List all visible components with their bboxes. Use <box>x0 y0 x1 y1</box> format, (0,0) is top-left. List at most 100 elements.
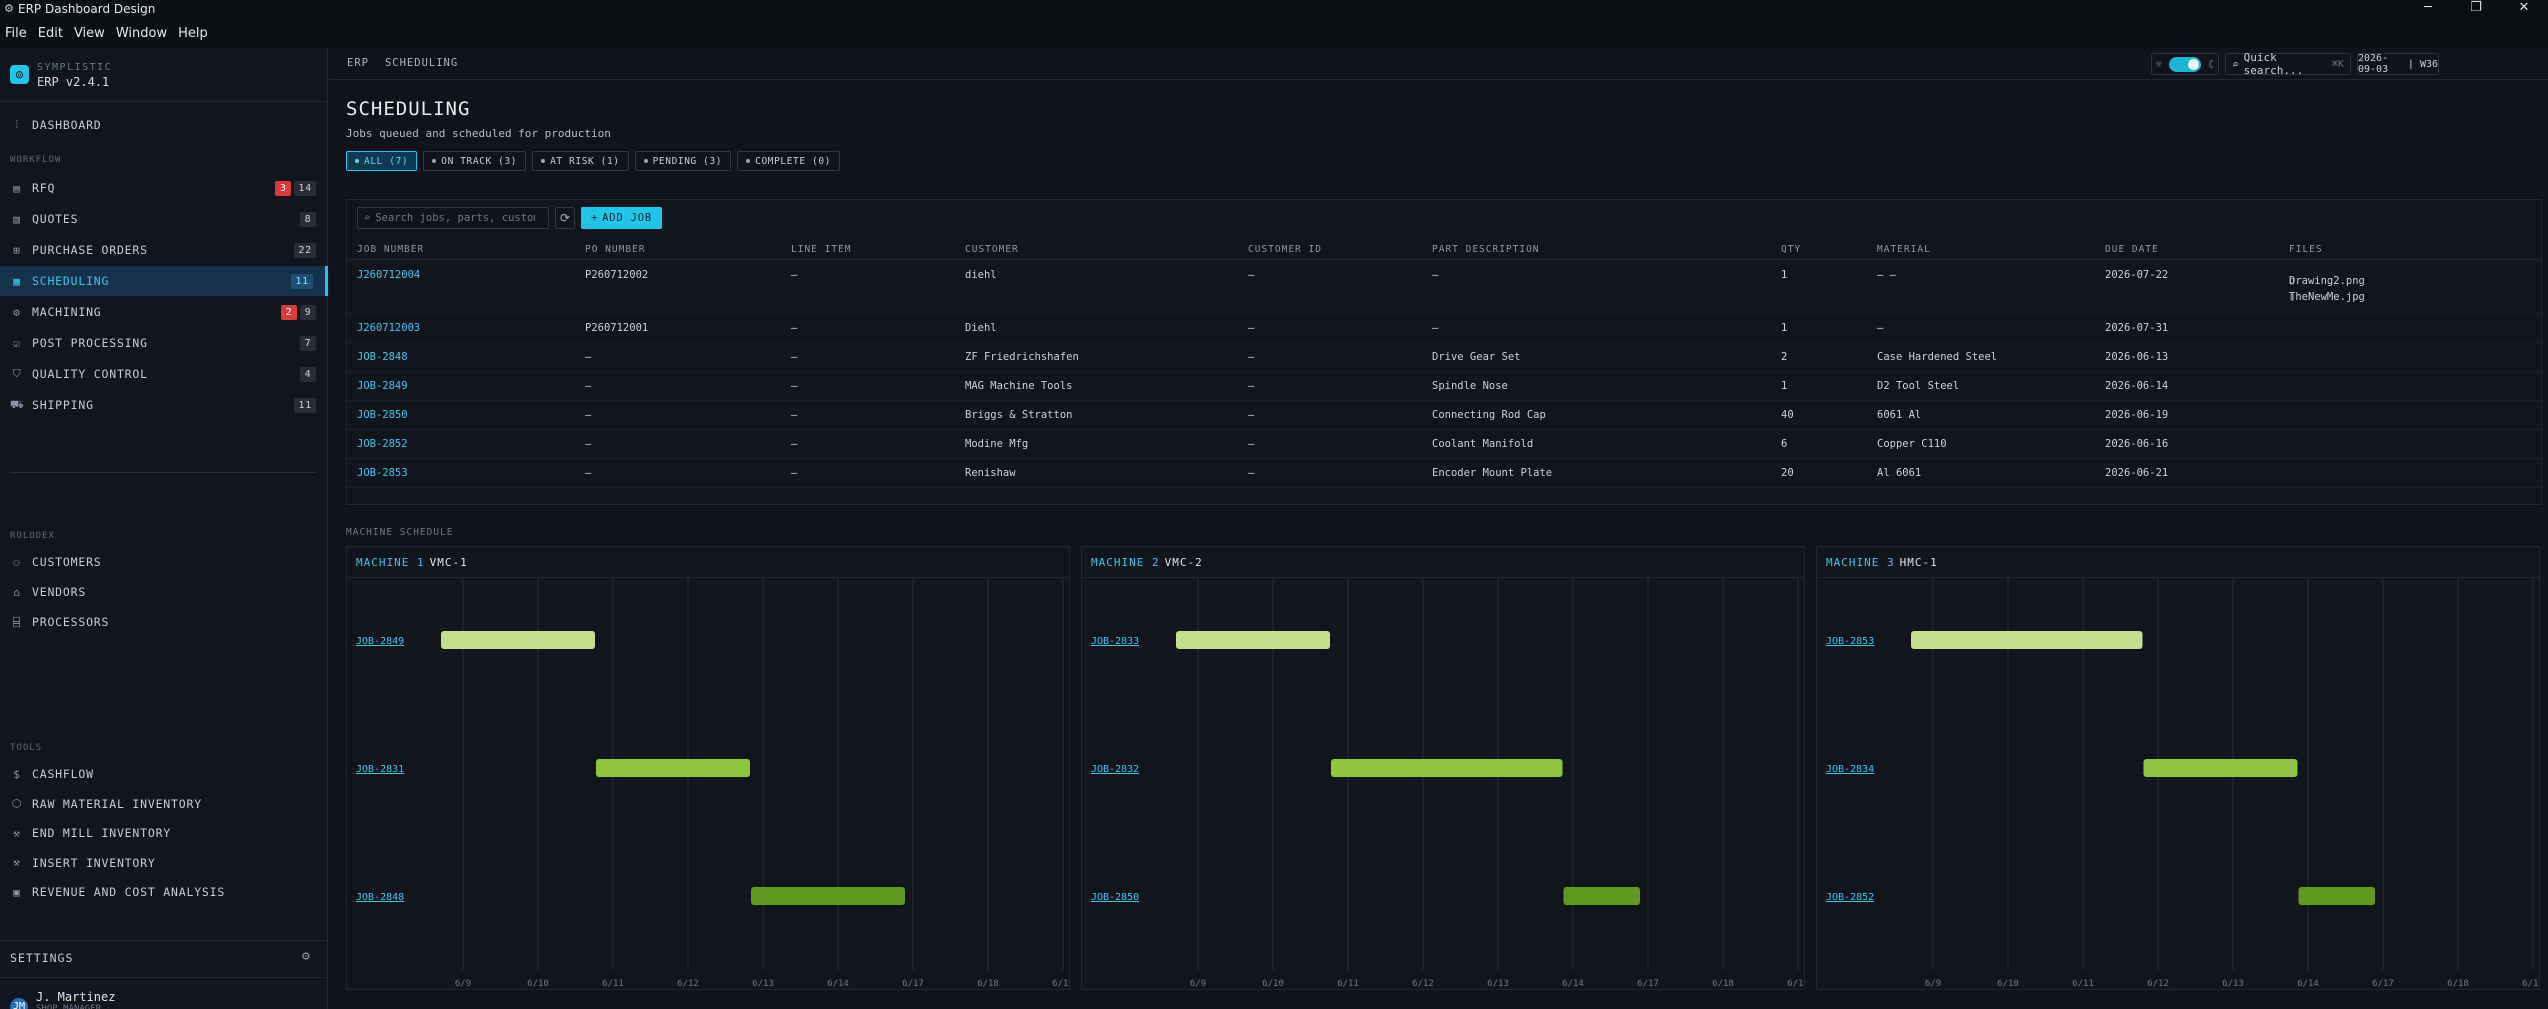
theme-switch[interactable] <box>2168 56 2201 72</box>
date-tick-label: 6/11 <box>2072 979 2094 989</box>
table-cell: Coolant Manifold <box>1432 438 1534 450</box>
user-profile[interactable]: JM J. Martinez SHOP MANAGER <box>10 988 115 1009</box>
table-row[interactable]: JOB-2850 — — Briggs & Stratton — Connecting R… <box>347 401 2541 430</box>
filter-chip-at[interactable]: AT RISK (1) <box>532 151 629 171</box>
job-label-link[interactable]: JOB-2831 <box>356 764 404 775</box>
table-row[interactable]: JOB-2853 — — Renishaw — Encoder Mount Plate 20… <box>347 459 2541 488</box>
job-label-link[interactable]: JOB-2832 <box>1091 764 1139 775</box>
sidebar-item-customers[interactable]: ⚇ CUSTOMERS <box>0 547 328 577</box>
theme-toggle[interactable]: ☼ ☾ <box>2151 53 2219 75</box>
schedule-bar[interactable] <box>1331 759 1563 777</box>
sidebar-item-quotes[interactable]: ▥ QUOTES 8 <box>0 204 328 234</box>
brand[interactable]: ◎ SYMPLISTIC ERP v2.4.1 <box>10 62 112 89</box>
machine-name: VMC-2 <box>1164 556 1203 569</box>
schedule-bar[interactable] <box>1176 631 1330 649</box>
job-search[interactable]: ⌕ <box>357 207 549 229</box>
refresh-icon: ⟳ <box>559 211 571 225</box>
date-tick-label: 6/12 <box>2147 979 2169 989</box>
table-cell: ZF Friedrichshafen <box>965 351 1079 363</box>
restore-icon[interactable]: ❐ <box>2452 0 2500 18</box>
table-toolbar: ⌕ ⟳ + ADD JOB <box>357 207 662 229</box>
sidebar-item-cashflow[interactable]: $ CASHFLOW <box>0 759 328 789</box>
sidebar-item-purchase-orders[interactable]: ⊞ PURCHASE ORDERS 22 <box>0 235 328 265</box>
date-tick-label: 6/14 <box>827 979 849 989</box>
sidebar-item-insert-inventory[interactable]: ⚒ INSERT INVENTORY <box>0 848 328 878</box>
table-row[interactable]: J260712004 P260712002 — diehl — — 1 — — 2026-07-… <box>347 261 2541 314</box>
sidebar-item-rfq[interactable]: ▤ RFQ 3 14 <box>0 173 328 203</box>
sidebar-item-processors[interactable]: ⌸ PROCESSORS <box>0 607 328 637</box>
sidebar-item-scheduling[interactable]: ▦ SCHEDULING 11 <box>0 266 328 296</box>
top-bar: ERP SCHEDULING ☼ ☾ ⌕ Quick search... ⌘K … <box>329 48 2548 80</box>
schedule-bar[interactable] <box>596 759 750 777</box>
job-number-link[interactable]: JOB-2848 <box>357 351 408 363</box>
date-tick-label: 6/17 <box>2372 979 2394 989</box>
filter-chip-complete[interactable]: COMPLETE (0) <box>737 151 840 171</box>
week-number: W36 <box>2419 58 2438 70</box>
settings-gear-icon[interactable]: ⚙ <box>302 949 310 964</box>
sidebar-item-raw-material-inventory[interactable]: ⬡ RAW MATERIAL INVENTORY <box>0 789 328 819</box>
job-number-link[interactable]: JOB-2853 <box>357 467 408 479</box>
sidebar-item-revenue-and-cost-analysis[interactable]: ▣ REVENUE AND COST ANALYSIS <box>0 877 328 907</box>
minimize-icon[interactable]: ─ <box>2404 0 2452 18</box>
table-cell: 2026-07-22 <box>2105 269 2169 281</box>
status-filters: ALL (7) ON TRACK (3) AT RISK (1) PENDING (3… <box>346 151 840 171</box>
date-tick-label: 6/10 <box>527 979 549 989</box>
schedule-bar[interactable] <box>2298 887 2376 905</box>
sidebar-item-quality-control[interactable]: ⛉ QUALITY CONTROL 4 <box>0 359 328 389</box>
job-label-link[interactable]: JOB-2833 <box>1091 636 1139 647</box>
refresh-button[interactable]: ⟳ <box>555 207 575 229</box>
table-cell: — <box>1248 438 1255 450</box>
job-label-link[interactable]: JOB-2849 <box>356 636 404 647</box>
schedule-bar[interactable] <box>751 887 905 905</box>
check-square-icon: ☑ <box>13 336 21 350</box>
sidebar-item-machining[interactable]: ⚙ MACHINING 2 9 <box>0 297 328 327</box>
job-number-link[interactable]: JOB-2852 <box>357 438 408 450</box>
sidebar-item-vendors[interactable]: ⌂ VENDORS <box>0 577 328 607</box>
table-cell: Encoder Mount Plate <box>1432 467 1553 479</box>
schedule-bar[interactable] <box>441 631 595 649</box>
dollar-icon: $ <box>13 767 21 781</box>
job-label-link[interactable]: JOB-2850 <box>1091 892 1139 903</box>
menu-view[interactable]: View <box>71 26 111 41</box>
sidebar-item-shipping[interactable]: ⛟ SHIPPING 11 <box>0 390 328 420</box>
count-badge: 4 <box>300 366 316 382</box>
job-number-link[interactable]: J260712004 <box>357 269 420 281</box>
job-number-link[interactable]: JOB-2849 <box>357 380 408 392</box>
quick-search[interactable]: ⌕ Quick search... ⌘K <box>2225 51 2351 77</box>
menu-file[interactable]: File <box>2 26 33 41</box>
menu-edit[interactable]: Edit <box>35 26 69 41</box>
table-cell: — <box>1248 322 1255 334</box>
status-dot <box>746 159 751 163</box>
sidebar-item-post-processing[interactable]: ☑ POST PROCESSING 7 <box>0 328 328 358</box>
menu-window[interactable]: Window <box>113 26 173 41</box>
filter-chip-on[interactable]: ON TRACK (3) <box>423 151 527 171</box>
table-row[interactable]: J260712003 P260712001 — Diehl — — 1 — 2026-07-31 <box>347 314 2541 343</box>
divider <box>0 977 328 978</box>
table-cell: Diehl <box>965 322 997 334</box>
table-row[interactable]: JOB-2852 — — Modine Mfg — Coolant Manifold 6 Co… <box>347 430 2541 459</box>
job-number-link[interactable]: J260712003 <box>357 322 420 334</box>
job-search-input[interactable] <box>375 212 536 224</box>
add-job-button[interactable]: + ADD JOB <box>581 207 662 229</box>
schedule-bar[interactable] <box>2143 759 2298 777</box>
filter-chip-all[interactable]: ALL (7) <box>346 151 418 171</box>
column-header: CUSTOMER ID <box>1248 244 1322 255</box>
breadcrumb-erp[interactable]: ERP <box>347 57 369 69</box>
sidebar-item-end-mill-inventory[interactable]: ⚒ END MILL INVENTORY <box>0 818 328 848</box>
job-label-link[interactable]: JOB-2852 <box>1826 892 1874 903</box>
schedule-bar[interactable] <box>1563 887 1641 905</box>
date-tick-label: 6/17 <box>902 979 924 989</box>
menu-help[interactable]: Help <box>175 26 214 41</box>
table-row[interactable]: JOB-2849 — — MAG Machine Tools — Spindle Nose… <box>347 372 2541 401</box>
schedule-bar[interactable] <box>1911 631 2143 649</box>
table-row[interactable]: JOB-2848 — — ZF Friedrichshafen — Drive Gear … <box>347 343 2541 372</box>
filter-chip-pending[interactable]: PENDING (3) <box>634 151 732 171</box>
sidebar-item-dashboard[interactable]: ⫶ DASHBOARD <box>0 110 328 140</box>
job-label-link[interactable]: JOB-2853 <box>1826 636 1874 647</box>
close-icon[interactable]: ✕ <box>2500 0 2548 18</box>
job-number-link[interactable]: JOB-2850 <box>357 409 408 421</box>
job-label-link[interactable]: JOB-2848 <box>356 892 404 903</box>
table-cell: — <box>1432 269 1439 281</box>
job-label-link[interactable]: JOB-2834 <box>1826 764 1874 775</box>
settings-link[interactable]: SETTINGS <box>10 951 73 965</box>
